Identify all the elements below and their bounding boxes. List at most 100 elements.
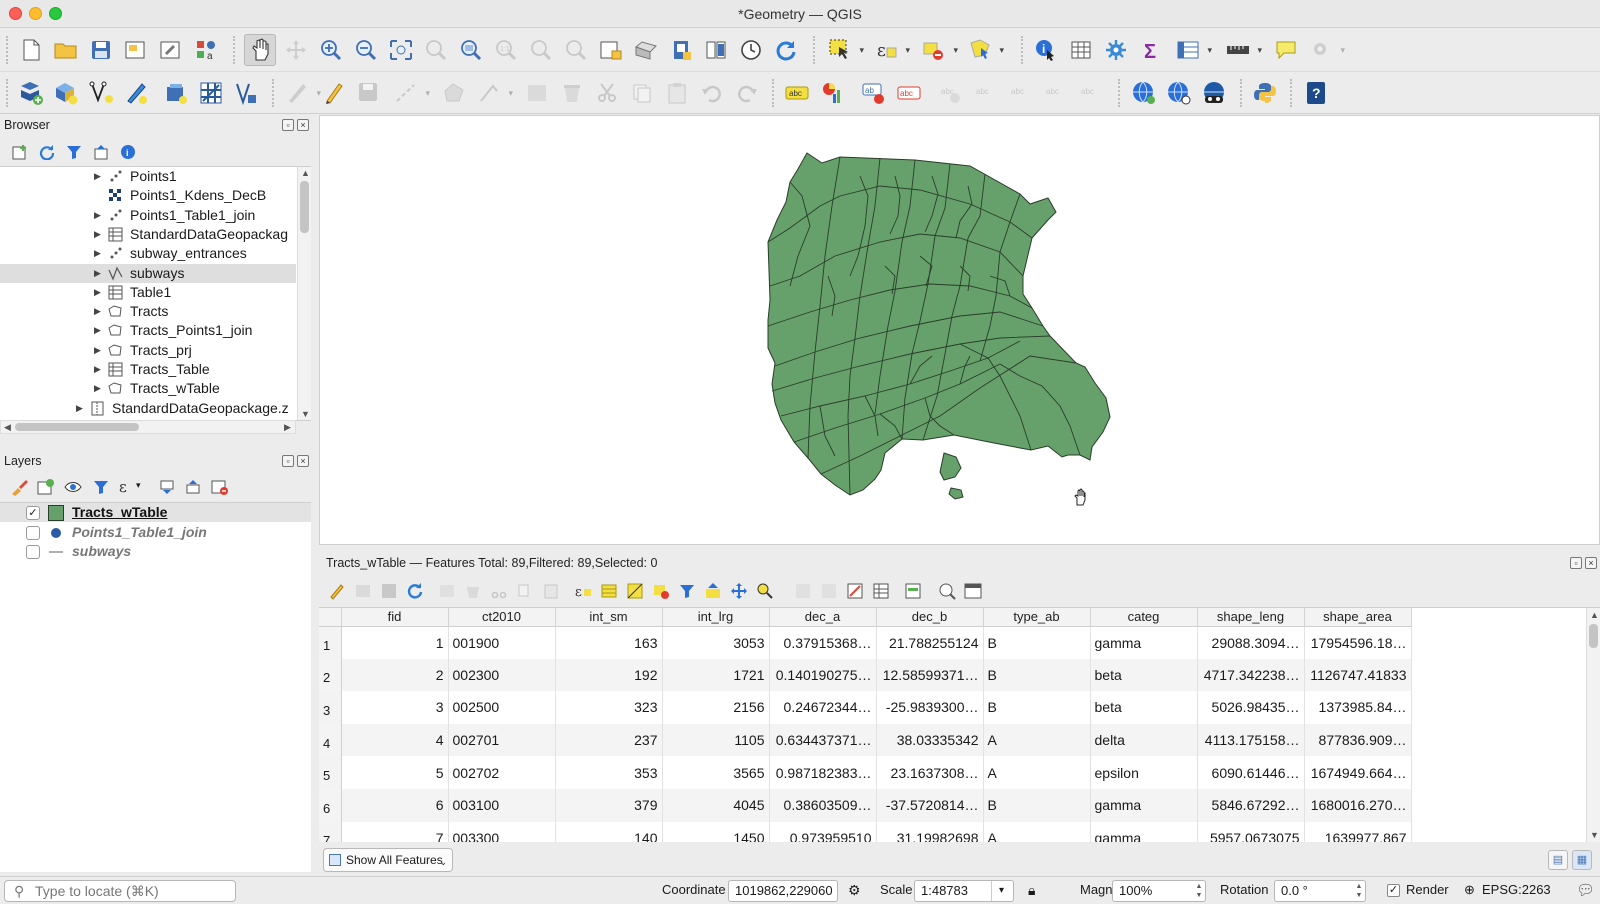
add-vector-layer-icon[interactable]: [87, 79, 115, 107]
table-vertical-scrollbar[interactable]: ▲ ▼: [1586, 608, 1600, 842]
statistics-icon[interactable]: Σ: [1138, 36, 1166, 64]
deselect-icon[interactable]: ▾: [920, 36, 958, 64]
column-header[interactable]: ct2010: [448, 608, 556, 627]
row-number[interactable]: 7: [319, 821, 342, 842]
column-header[interactable]: type_ab: [983, 608, 1091, 627]
float-panel-button[interactable]: ▫: [1570, 557, 1582, 569]
digitize-with-segment-icon[interactable]: ▾: [392, 79, 430, 107]
expand-arrow-icon[interactable]: ▶: [94, 321, 101, 340]
table-cell[interactable]: 1721: [662, 658, 770, 692]
table-cell[interactable]: 23.1637308…: [876, 756, 984, 789]
table-cell[interactable]: 5957.0673075: [1197, 821, 1305, 842]
metasearch-icon[interactable]: [1130, 79, 1158, 107]
layer-visibility-checkbox[interactable]: ✓: [26, 506, 40, 520]
cut-features-icon[interactable]: [593, 79, 621, 107]
browser-item[interactable]: ▶ Tracts_prj: [0, 341, 296, 360]
table-cell[interactable]: 002702: [448, 756, 556, 789]
toolbar-grip[interactable]: [1240, 79, 1244, 107]
table-cell[interactable]: -37.5720814…: [876, 788, 984, 822]
pan-to-selection-icon[interactable]: [282, 36, 310, 64]
manage-visibility-icon[interactable]: [62, 476, 84, 498]
settings-icon[interactable]: ▾: [1307, 36, 1345, 64]
new-geopackage-layer-icon[interactable]: [52, 79, 80, 107]
select-by-location-icon[interactable]: ▾: [966, 36, 1004, 64]
add-polygon-icon[interactable]: [440, 79, 468, 107]
zoom-out-icon[interactable]: [352, 36, 380, 64]
layer-item[interactable]: ✓ Tracts_wTable: [0, 503, 311, 522]
refresh-icon[interactable]: [772, 36, 800, 64]
browser-tree[interactable]: ▶ Points1 Points1_Kdens_DecB ▶ Points1_Table…: [0, 166, 311, 421]
browser-item[interactable]: ▶ Tracts_Table: [0, 360, 296, 379]
copy-features-icon[interactable]: [514, 580, 536, 602]
column-header[interactable]: int_sm: [555, 608, 663, 627]
new-field-icon[interactable]: [792, 580, 814, 602]
browser-item[interactable]: ▶ StandardDataGeopackage.z: [0, 399, 296, 418]
browser-item[interactable]: ▶ Points1_Table1_join: [0, 206, 296, 225]
table-cell[interactable]: 1639977.867: [1304, 821, 1412, 842]
table-row[interactable]: 3 3 002500 323 2156 0.24672344… -25.9839300… Bb…: [319, 691, 1412, 724]
browser-item[interactable]: ▶ subway_entrances: [0, 244, 296, 263]
expand-arrow-icon[interactable]: ▶: [94, 379, 101, 398]
table-cell[interactable]: 001900: [448, 626, 556, 659]
add-mesh-icon[interactable]: [232, 79, 260, 107]
expand-all-icon[interactable]: [156, 476, 178, 498]
spinbox-arrows[interactable]: ▲ ▼: [1354, 882, 1364, 900]
new-project-icon[interactable]: [17, 36, 45, 64]
zoom-to-selection-icon[interactable]: [422, 36, 450, 64]
table-cell[interactable]: 323: [555, 691, 663, 724]
table-cell[interactable]: A: [983, 723, 1091, 757]
messages-icon[interactable]: 💬︎: [1576, 881, 1595, 899]
toggle-editing-icon[interactable]: [326, 580, 348, 602]
close-panel-button[interactable]: ×: [297, 455, 309, 467]
table-cell[interactable]: 5: [341, 756, 449, 789]
add-raster-icon[interactable]: [197, 79, 225, 107]
toggle-extents-icon[interactable]: ⚙: [848, 882, 866, 900]
delete-selected-icon[interactable]: [462, 580, 484, 602]
table-cell[interactable]: B: [983, 626, 1091, 659]
expand-arrow-icon[interactable]: ▶: [94, 244, 101, 263]
spinbox-arrows[interactable]: ▲ ▼: [1194, 882, 1204, 900]
form-view-button[interactable]: ▤: [1548, 850, 1568, 870]
pan-map-icon[interactable]: [244, 34, 276, 66]
table-cell[interactable]: 6: [341, 788, 449, 822]
zoom-last-icon[interactable]: [527, 36, 555, 64]
table-cell[interactable]: 31.19982698: [876, 821, 984, 842]
locator-search-input[interactable]: ⚲ Type to locate (⌘K): [4, 880, 236, 902]
add-feature-icon[interactable]: [436, 580, 458, 602]
organize-columns-icon[interactable]: [844, 580, 866, 602]
table-cell[interactable]: 0.38603509…: [769, 788, 877, 822]
table-cell[interactable]: 877836.909…: [1304, 723, 1412, 757]
table-cell[interactable]: 3: [341, 691, 449, 724]
magnifier-field[interactable]: 100% ▲ ▼: [1112, 880, 1206, 902]
table-cell[interactable]: 5846.67292…: [1197, 788, 1305, 822]
column-header[interactable]: categ: [1090, 608, 1198, 627]
multi-edit-icon[interactable]: [352, 580, 374, 602]
change-label-icon[interactable]: abc: [1043, 79, 1071, 107]
table-cell[interactable]: 1680016.270…: [1304, 788, 1412, 822]
table-cell[interactable]: 0.973959510: [769, 821, 877, 842]
field-calculator-icon[interactable]: [870, 580, 892, 602]
coordinate-field[interactable]: 1019862,229060: [728, 880, 838, 902]
properties-info-icon[interactable]: i: [117, 141, 139, 163]
save-edits-icon[interactable]: [378, 580, 400, 602]
pan-to-selection-icon[interactable]: [728, 580, 750, 602]
table-cell[interactable]: -25.9839300…: [876, 691, 984, 724]
table-cell[interactable]: 4717.342238…: [1197, 658, 1305, 692]
save-project-icon[interactable]: [87, 36, 115, 64]
move-selection-to-top-icon[interactable]: [702, 580, 724, 602]
help-icon[interactable]: ?: [1302, 79, 1330, 107]
toolbar-grip[interactable]: [272, 79, 276, 107]
zoom-full-icon[interactable]: [387, 36, 415, 64]
temporal-controller-icon[interactable]: [737, 36, 765, 64]
filter-by-expression-icon[interactable]: ε ▾: [116, 476, 141, 498]
map-canvas[interactable]: [319, 115, 1600, 545]
add-group-icon[interactable]: [35, 476, 57, 498]
filter-icon[interactable]: [63, 141, 85, 163]
table-cell[interactable]: 002701: [448, 723, 556, 757]
new-print-layout-icon[interactable]: [122, 36, 150, 64]
table-cell[interactable]: 4113.175158…: [1197, 723, 1305, 757]
table-cell[interactable]: 0.987182383…: [769, 756, 877, 789]
rotate-label-icon[interactable]: abc: [1008, 79, 1036, 107]
expand-arrow-icon[interactable]: ▶: [94, 167, 101, 186]
python-console-icon[interactable]: [1251, 79, 1279, 107]
